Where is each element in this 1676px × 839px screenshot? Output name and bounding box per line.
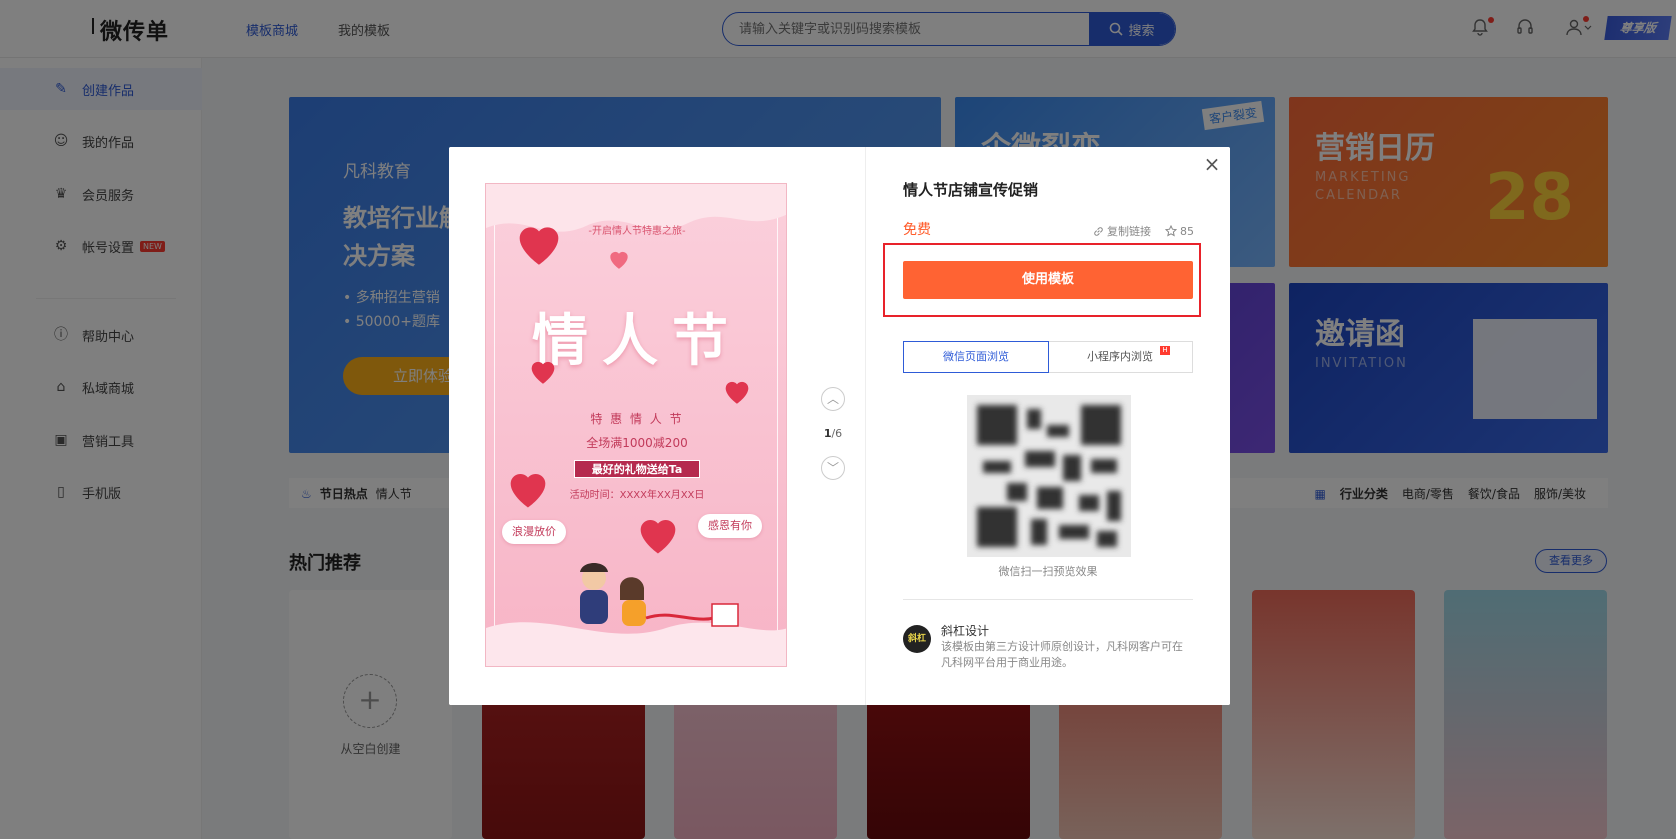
heart-icon <box>519 227 559 265</box>
link-icon <box>1094 226 1103 236</box>
template-title: 情人节店铺宣传促销 <box>903 181 1039 199</box>
use-template-button[interactable]: 使用模板 <box>903 261 1193 299</box>
qr-code <box>967 395 1131 557</box>
close-icon[interactable]: × <box>1202 154 1222 175</box>
poster-line-1: 特 惠 情 人 节 <box>590 412 684 426</box>
next-page-button[interactable]: ﹀ <box>821 456 845 480</box>
poster-cloud-right: 感恩有你 <box>698 514 762 538</box>
designer-description: 该模板由第三方设计师原创设计，凡科网客户可在凡科网平台用于商业用途。 <box>941 640 1183 669</box>
designer-avatar[interactable]: 斜杠 <box>903 625 931 653</box>
favorite-button[interactable]: 85 <box>1165 223 1194 239</box>
price-label: 免费 <box>903 222 931 238</box>
tab-wechat-preview[interactable]: 微信页面浏览 <box>903 341 1049 373</box>
designer-name[interactable]: 斜杠设计 <box>941 622 989 639</box>
hot-badge: H <box>1160 346 1170 355</box>
preview-pane: -开启情人节特惠之旅- 情人节 特 惠 情 人 节 全场满1000减200 最好… <box>449 147 865 705</box>
copy-link-button[interactable]: 复制链接 <box>1093 223 1151 239</box>
star-icon <box>1165 225 1177 237</box>
template-actions: 复制链接 85 <box>1093 223 1194 239</box>
template-info-pane: 情人节店铺宣传促销 免费 复制链接 85 使用模板 微信页面浏览 小程序内浏览 … <box>865 147 1230 705</box>
page-navigator: ︿ 1/6 ﹀ <box>813 387 853 480</box>
poster-cloud-left: 浪漫放价 <box>502 520 566 544</box>
poster-line-2: 全场满1000减200 <box>586 436 688 450</box>
heart-icon <box>531 361 555 384</box>
heart-icon <box>510 473 546 508</box>
info-divider <box>903 599 1193 600</box>
tab-miniprogram-preview[interactable]: 小程序内浏览 H <box>1048 342 1192 372</box>
poster-highlight: 最好的礼物送给Ta <box>574 460 700 478</box>
heart-icon <box>725 381 749 404</box>
preview-tabs: 微信页面浏览 小程序内浏览 H <box>903 341 1193 373</box>
page-indicator: 1/6 <box>823 427 843 440</box>
template-preview-modal: -开启情人节特惠之旅- 情人节 特 惠 情 人 节 全场满1000减200 最好… <box>449 147 1230 705</box>
couple-illustration <box>486 563 786 666</box>
heart-icon <box>610 251 628 269</box>
template-poster: -开启情人节特惠之旅- 情人节 特 惠 情 人 节 全场满1000减200 最好… <box>485 183 787 667</box>
qr-caption: 微信扫一扫预览效果 <box>998 565 1098 578</box>
favorite-count: 85 <box>1180 224 1194 238</box>
prev-page-button[interactable]: ︿ <box>821 387 845 411</box>
